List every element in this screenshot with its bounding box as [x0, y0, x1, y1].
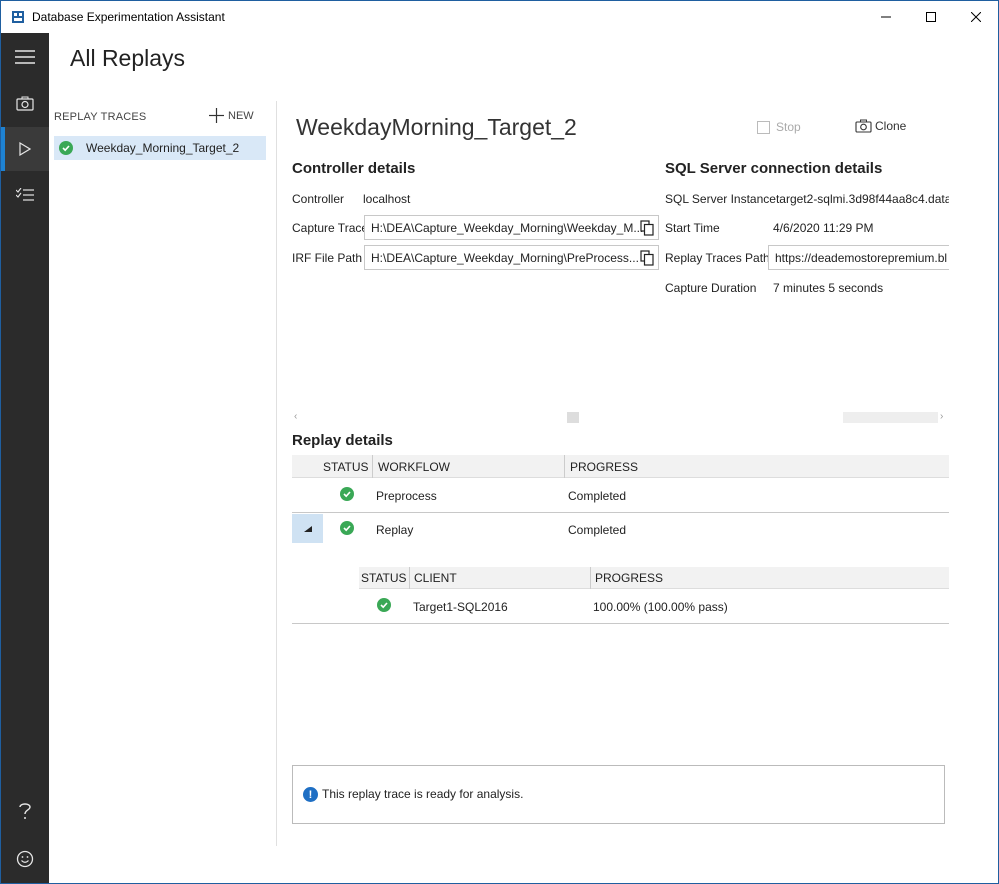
column-separator	[372, 455, 373, 478]
capture-trace-label: Capture Trace	[292, 221, 369, 235]
maximize-button[interactable]	[908, 1, 954, 33]
sidebar-item-capture[interactable]	[1, 81, 49, 125]
sidebar-item-menu[interactable]	[1, 35, 49, 79]
notice-text: This replay trace is ready for analysis.	[322, 787, 524, 801]
replay-details-heading: Replay details	[292, 432, 393, 449]
capture-trace-field[interactable]: H:\DEA\Capture_Weekday_Morning\Weekday_M…	[364, 215, 659, 240]
irf-file-path-label: IRF File Path	[292, 251, 363, 265]
maximize-icon	[926, 12, 936, 22]
clone-button[interactable]: Clone	[855, 119, 906, 133]
sidebar-item-feedback[interactable]	[1, 837, 49, 881]
replay-traces-path-field[interactable]: https://deademostorepremium.bl	[768, 245, 949, 270]
column-header-workflow[interactable]: WORKFLOW	[378, 460, 450, 474]
column-header-status[interactable]: STATUS	[361, 571, 407, 585]
table-row[interactable]: Preprocess Completed	[292, 479, 949, 512]
controller-label: Controller	[292, 192, 345, 206]
column-header-progress[interactable]: PROGRESS	[570, 460, 638, 474]
capture-trace-value: H:\DEA\Capture_Weekday_Morning\Weekday_M…	[371, 221, 644, 235]
start-time-value: 4/6/2020 11:29 PM	[773, 221, 874, 235]
minimize-icon	[881, 16, 891, 18]
progress-cell: 100.00% (100.00% pass)	[593, 600, 728, 614]
sql-instance-label: SQL Server Instance	[665, 192, 776, 206]
client-table-header: STATUS CLIENT PROGRESS	[359, 567, 949, 589]
scrollbar-thumb[interactable]	[567, 412, 579, 423]
question-icon	[19, 803, 31, 819]
title-bar: Database Experimentation Assistant	[1, 1, 998, 33]
workflow-cell: Replay	[376, 523, 414, 537]
start-time-label: Start Time	[665, 221, 720, 235]
trace-item-weekday-morning-target-2[interactable]: Weekday_Morning_Target_2	[54, 136, 266, 160]
success-check-icon	[59, 141, 73, 155]
column-header-status[interactable]: STATUS	[323, 460, 369, 474]
success-check-icon	[340, 487, 354, 501]
info-icon: !	[303, 787, 318, 802]
replay-traces-path-value: https://deademostorepremium.bl	[775, 251, 948, 265]
checklist-icon	[16, 188, 34, 201]
play-icon	[19, 142, 31, 156]
sidebar-item-replay[interactable]	[1, 127, 49, 171]
sidebar-item-help[interactable]	[1, 789, 49, 833]
controller-value: localhost	[363, 192, 411, 206]
app-window: Database Experimentation Assistant All R…	[0, 0, 999, 884]
sidebar	[1, 33, 49, 883]
replay-traces-header: REPLAY TRACES	[54, 111, 147, 123]
camera-icon	[16, 96, 34, 111]
column-separator	[409, 567, 410, 589]
stop-label: Stop	[776, 120, 801, 134]
sql-instance-row: SQL Server Instancetarget2-sqlmi.3d98f44…	[665, 192, 949, 206]
close-button[interactable]	[953, 1, 999, 33]
page-title: All Replays	[70, 45, 186, 71]
client-cell: Target1-SQL2016	[413, 600, 508, 614]
progress-cell: Completed	[568, 489, 627, 503]
table-row[interactable]: Target1-SQL2016 100.00% (100.00% pass)	[292, 590, 949, 622]
column-header-client[interactable]: CLIENT	[414, 571, 457, 585]
stop-icon	[757, 120, 770, 134]
capture-duration-label: Capture Duration	[665, 281, 757, 295]
progress-cell: Completed	[568, 523, 627, 537]
column-separator	[564, 455, 565, 478]
column-separator	[590, 567, 591, 589]
controller-details-heading: Controller details	[292, 160, 416, 177]
success-check-icon	[377, 598, 391, 612]
replay-traces-panel: REPLAY TRACES NEW Weekday_Morning_Target…	[51, 101, 277, 846]
replay-table-header: STATUS WORKFLOW PROGRESS	[292, 455, 949, 478]
scrollbar-track[interactable]	[843, 412, 938, 423]
workflow-cell: Preprocess	[376, 489, 437, 503]
copy-icon[interactable]	[640, 220, 654, 236]
smiley-icon	[16, 850, 34, 868]
trace-item-label: Weekday_Morning_Target_2	[86, 141, 240, 155]
app-logo-icon	[12, 11, 24, 23]
new-replay-button[interactable]: NEW	[209, 108, 254, 123]
close-icon	[971, 12, 981, 22]
sidebar-item-analysis[interactable]	[1, 173, 49, 217]
row-divider	[292, 623, 949, 624]
status-notice: ! This replay trace is ready for analysi…	[292, 765, 945, 824]
column-header-progress[interactable]: PROGRESS	[595, 571, 663, 585]
new-replay-label: NEW	[228, 109, 254, 122]
irf-file-path-value: H:\DEA\Capture_Weekday_Morning\PreProces…	[371, 251, 639, 265]
sql-connection-details-heading: SQL Server connection details	[665, 160, 883, 177]
scroll-left-icon[interactable]: ‹	[294, 411, 297, 422]
sql-instance-value: target2-sqlmi.3d98f44aa8c4.databa	[775, 192, 949, 206]
stop-button[interactable]: Stop	[757, 120, 801, 134]
copy-icon[interactable]	[640, 250, 654, 266]
replay-traces-path-label: Replay Traces Path	[665, 251, 770, 265]
irf-file-path-field[interactable]: H:\DEA\Capture_Weekday_Morning\PreProces…	[364, 245, 659, 270]
success-check-icon	[340, 521, 354, 535]
table-row[interactable]: Replay Completed	[292, 513, 949, 545]
details-horizontal-scrollbar[interactable]: ‹ ›	[292, 411, 949, 424]
scroll-right-icon[interactable]: ›	[940, 411, 943, 422]
plus-icon	[209, 108, 224, 123]
hamburger-icon	[15, 50, 35, 64]
camera-icon	[855, 119, 872, 133]
replay-title: WeekdayMorning_Target_2	[296, 114, 577, 140]
minimize-button[interactable]	[863, 1, 909, 33]
capture-duration-value: 7 minutes 5 seconds	[773, 281, 884, 295]
clone-label: Clone	[875, 119, 907, 133]
window-title: Database Experimentation Assistant	[32, 10, 225, 24]
